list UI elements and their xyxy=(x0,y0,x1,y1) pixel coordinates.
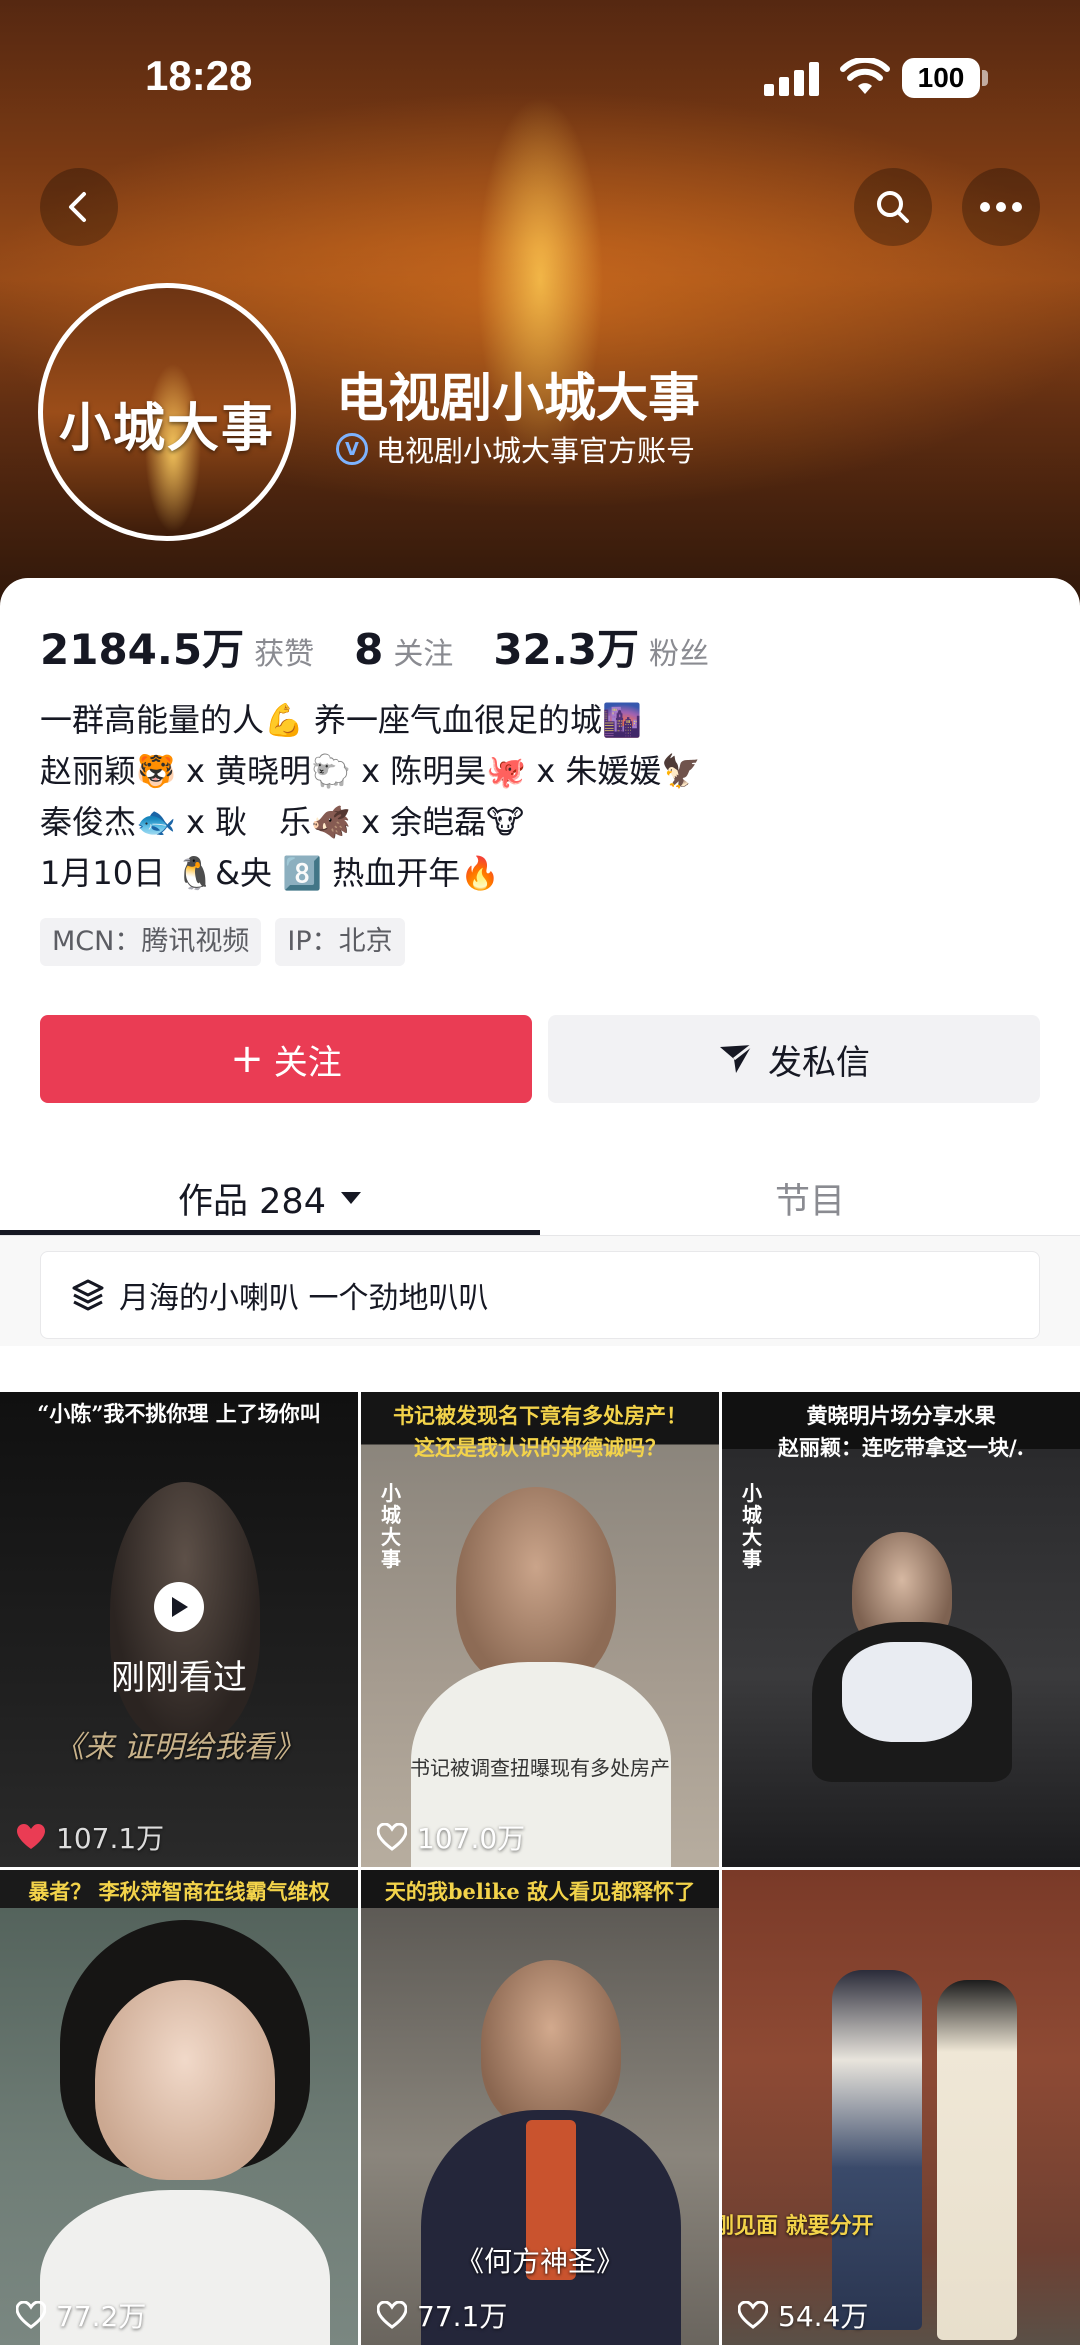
video-caption: 书记被发现名下竟有多处房产！ 这还是我认识的郑德诚吗？ xyxy=(393,1403,687,1460)
tab-program-label: 节目 xyxy=(774,1181,845,1222)
bio-line: 1月10日 🐧&央 8️⃣ 热血开年🔥 xyxy=(40,854,501,892)
profile-sheet: 2184.5万 获赞 8 关注 32.3万 粉丝 一群高能量的人💪 养一座气血很… xyxy=(0,578,1080,2347)
avatar[interactable]: 小城大事 xyxy=(38,283,296,541)
wifi-icon xyxy=(840,58,890,94)
plus-icon: + xyxy=(230,1036,264,1082)
collection-bar: 月海的小喇叭 一个劲地叭叭 xyxy=(0,1236,1080,1346)
video-likes: 54.4万 xyxy=(738,2295,868,2335)
stat-following-value: 8 xyxy=(354,625,384,674)
video-subtitle: 刚见面 就要分开 xyxy=(722,2214,874,2239)
video-likes-count: 77.1万 xyxy=(417,2300,508,2333)
thumbnail-figure xyxy=(481,1960,621,2130)
profile-name: 电视剧小城大事 xyxy=(336,369,701,429)
layers-icon xyxy=(72,1279,104,1311)
video-thumbnail[interactable]: 黄晓明片场分享水果 赵丽颖：连吃带拿这一块/. 小城大事 xyxy=(722,1392,1080,1867)
chevron-left-icon xyxy=(69,192,86,222)
profile-tags: MCN：腾讯视频 IP：北京 xyxy=(40,918,405,966)
bio-line: 一群高能量的人💪 养一座气血很足的城🌆 xyxy=(40,701,642,739)
video-likes-count: 77.2万 xyxy=(56,2300,147,2333)
video-caption: “小陈”我不挑你理 上了场你叫 xyxy=(37,1401,321,1426)
heart-outline-icon xyxy=(377,2301,407,2329)
back-button[interactable] xyxy=(40,168,118,246)
video-subtitle: 《何方神圣》 xyxy=(455,2245,624,2278)
play-icon xyxy=(154,1582,204,1632)
profile-tabs: 作品 284 节目 xyxy=(0,1158,1080,1238)
collection-item[interactable]: 月海的小喇叭 一个劲地叭叭 xyxy=(40,1251,1040,1339)
verified-icon: V xyxy=(336,433,368,465)
video-caption: 天的我belike 敌人看见都释怀了 xyxy=(384,1879,696,1904)
caret-down-icon xyxy=(340,1192,361,1204)
battery-tip xyxy=(982,70,988,86)
collection-label: 月海的小喇叭 一个劲地叭叭 xyxy=(119,1281,489,1316)
heart-outline-icon xyxy=(377,1823,407,1851)
video-likes-count: 107.1万 xyxy=(56,1822,165,1855)
stat-followers[interactable]: 32.3万 粉丝 xyxy=(493,616,709,677)
heart-filled-icon xyxy=(17,1824,45,1849)
thumbnail-figure xyxy=(937,1980,1017,2340)
more-dots-icon xyxy=(980,202,1022,212)
bio-line: 赵丽颖🐯 x 黄晓明🐑 x 陈明昊🐙 x 朱媛媛🦅 xyxy=(40,752,702,790)
video-thumbnail[interactable]: 刚见面 就要分开 54.4万 xyxy=(722,1870,1080,2345)
tab-program[interactable]: 节目 xyxy=(540,1158,1080,1238)
verified-text: 电视剧小城大事官方账号 xyxy=(376,434,696,468)
avatar-logo-text: 小城大事 xyxy=(58,398,275,459)
video-subtitle: 书记被调查扭曝现有多处房产 xyxy=(410,1756,670,1780)
stat-followers-label: 粉丝 xyxy=(648,637,709,672)
video-likes: 77.2万 xyxy=(16,2295,146,2335)
tab-works[interactable]: 作品 284 xyxy=(0,1158,540,1238)
status-bar: 18:28 100 xyxy=(0,0,1080,150)
video-subtitle: 《来 证明给我看》 xyxy=(54,1730,304,1765)
stat-likes-label: 获赞 xyxy=(254,637,315,672)
follow-button[interactable]: + 关注 xyxy=(40,1015,532,1103)
video-thumbnail[interactable]: 暴者？ 李秋萍智商在线霸气维权 77.2万 xyxy=(0,1870,358,2345)
video-caption: 黄晓明片场分享水果 赵丽颖：连吃带拿这一块/. xyxy=(778,1403,1024,1460)
video-likes-count: 107.0万 xyxy=(417,1822,526,1855)
search-icon xyxy=(877,191,909,223)
video-thumbnail[interactable]: “小陈”我不挑你理 上了场你叫 刚刚看过 《来 证明给我看》 107.1万 xyxy=(0,1392,358,1867)
thumbnail-figure xyxy=(456,1487,616,1687)
video-thumbnail[interactable]: 书记被发现名下竟有多处房产！ 这还是我认识的郑德诚吗？ 小城大事 书记被调查扭曝… xyxy=(361,1392,719,1867)
recently-watched-label: 刚刚看过 xyxy=(111,1658,247,1698)
thumbnail-figure xyxy=(842,1642,972,1742)
profile-stats: 2184.5万 获赞 8 关注 32.3万 粉丝 xyxy=(40,616,749,677)
search-button[interactable] xyxy=(854,168,932,246)
status-time: 18:28 xyxy=(145,52,253,99)
mcn-tag[interactable]: MCN：腾讯视频 xyxy=(40,918,262,966)
ip-location-tag: IP：北京 xyxy=(275,918,405,966)
bio-line: 秦俊杰🐟 x 耿 乐🐗 x 余皑磊🐮 xyxy=(40,803,525,841)
heart-outline-icon xyxy=(16,2301,46,2329)
stat-following-label: 关注 xyxy=(393,637,454,672)
heart-outline-icon xyxy=(738,2301,768,2329)
signal-icon xyxy=(764,62,819,96)
video-likes: 107.0万 xyxy=(377,1817,525,1857)
battery-indicator: 100 xyxy=(902,58,980,98)
video-likes: 107.1万 xyxy=(16,1817,164,1857)
profile-banner: 18:28 100 小城大事 电视剧小城大事 V 电视剧小城大事官方账号 xyxy=(0,0,1080,620)
tab-works-label: 作品 284 xyxy=(178,1181,326,1222)
stat-likes[interactable]: 2184.5万 获赞 xyxy=(40,616,314,677)
verified-badge: V 电视剧小城大事官方账号 xyxy=(336,428,695,470)
stat-likes-value: 2184.5万 xyxy=(40,625,245,674)
thumbnail-figure xyxy=(95,1980,275,2180)
profile-bio: 一群高能量的人💪 养一座气血很足的城🌆 赵丽颖🐯 x 黄晓明🐑 x 陈明昊🐙 x… xyxy=(40,695,701,899)
message-label: 发私信 xyxy=(768,1042,870,1083)
video-likes: 77.1万 xyxy=(377,2295,507,2335)
follow-label: 关注 xyxy=(273,1042,342,1083)
channel-watermark: 小城大事 xyxy=(742,1481,762,1571)
stat-following[interactable]: 8 关注 xyxy=(354,625,453,674)
video-thumbnail[interactable]: 天的我belike 敌人看见都释怀了 《何方神圣》 77.1万 xyxy=(361,1870,719,2345)
message-button[interactable]: 发私信 xyxy=(548,1015,1040,1103)
more-button[interactable] xyxy=(962,168,1040,246)
thumbnail-figure xyxy=(832,1970,922,2330)
stat-followers-value: 32.3万 xyxy=(493,625,639,674)
send-icon xyxy=(720,1043,753,1073)
channel-watermark: 小城大事 xyxy=(381,1481,401,1571)
video-likes-count: 54.4万 xyxy=(778,2300,869,2333)
video-caption: 暴者？ 李秋萍智商在线霸气维权 xyxy=(28,1879,330,1904)
